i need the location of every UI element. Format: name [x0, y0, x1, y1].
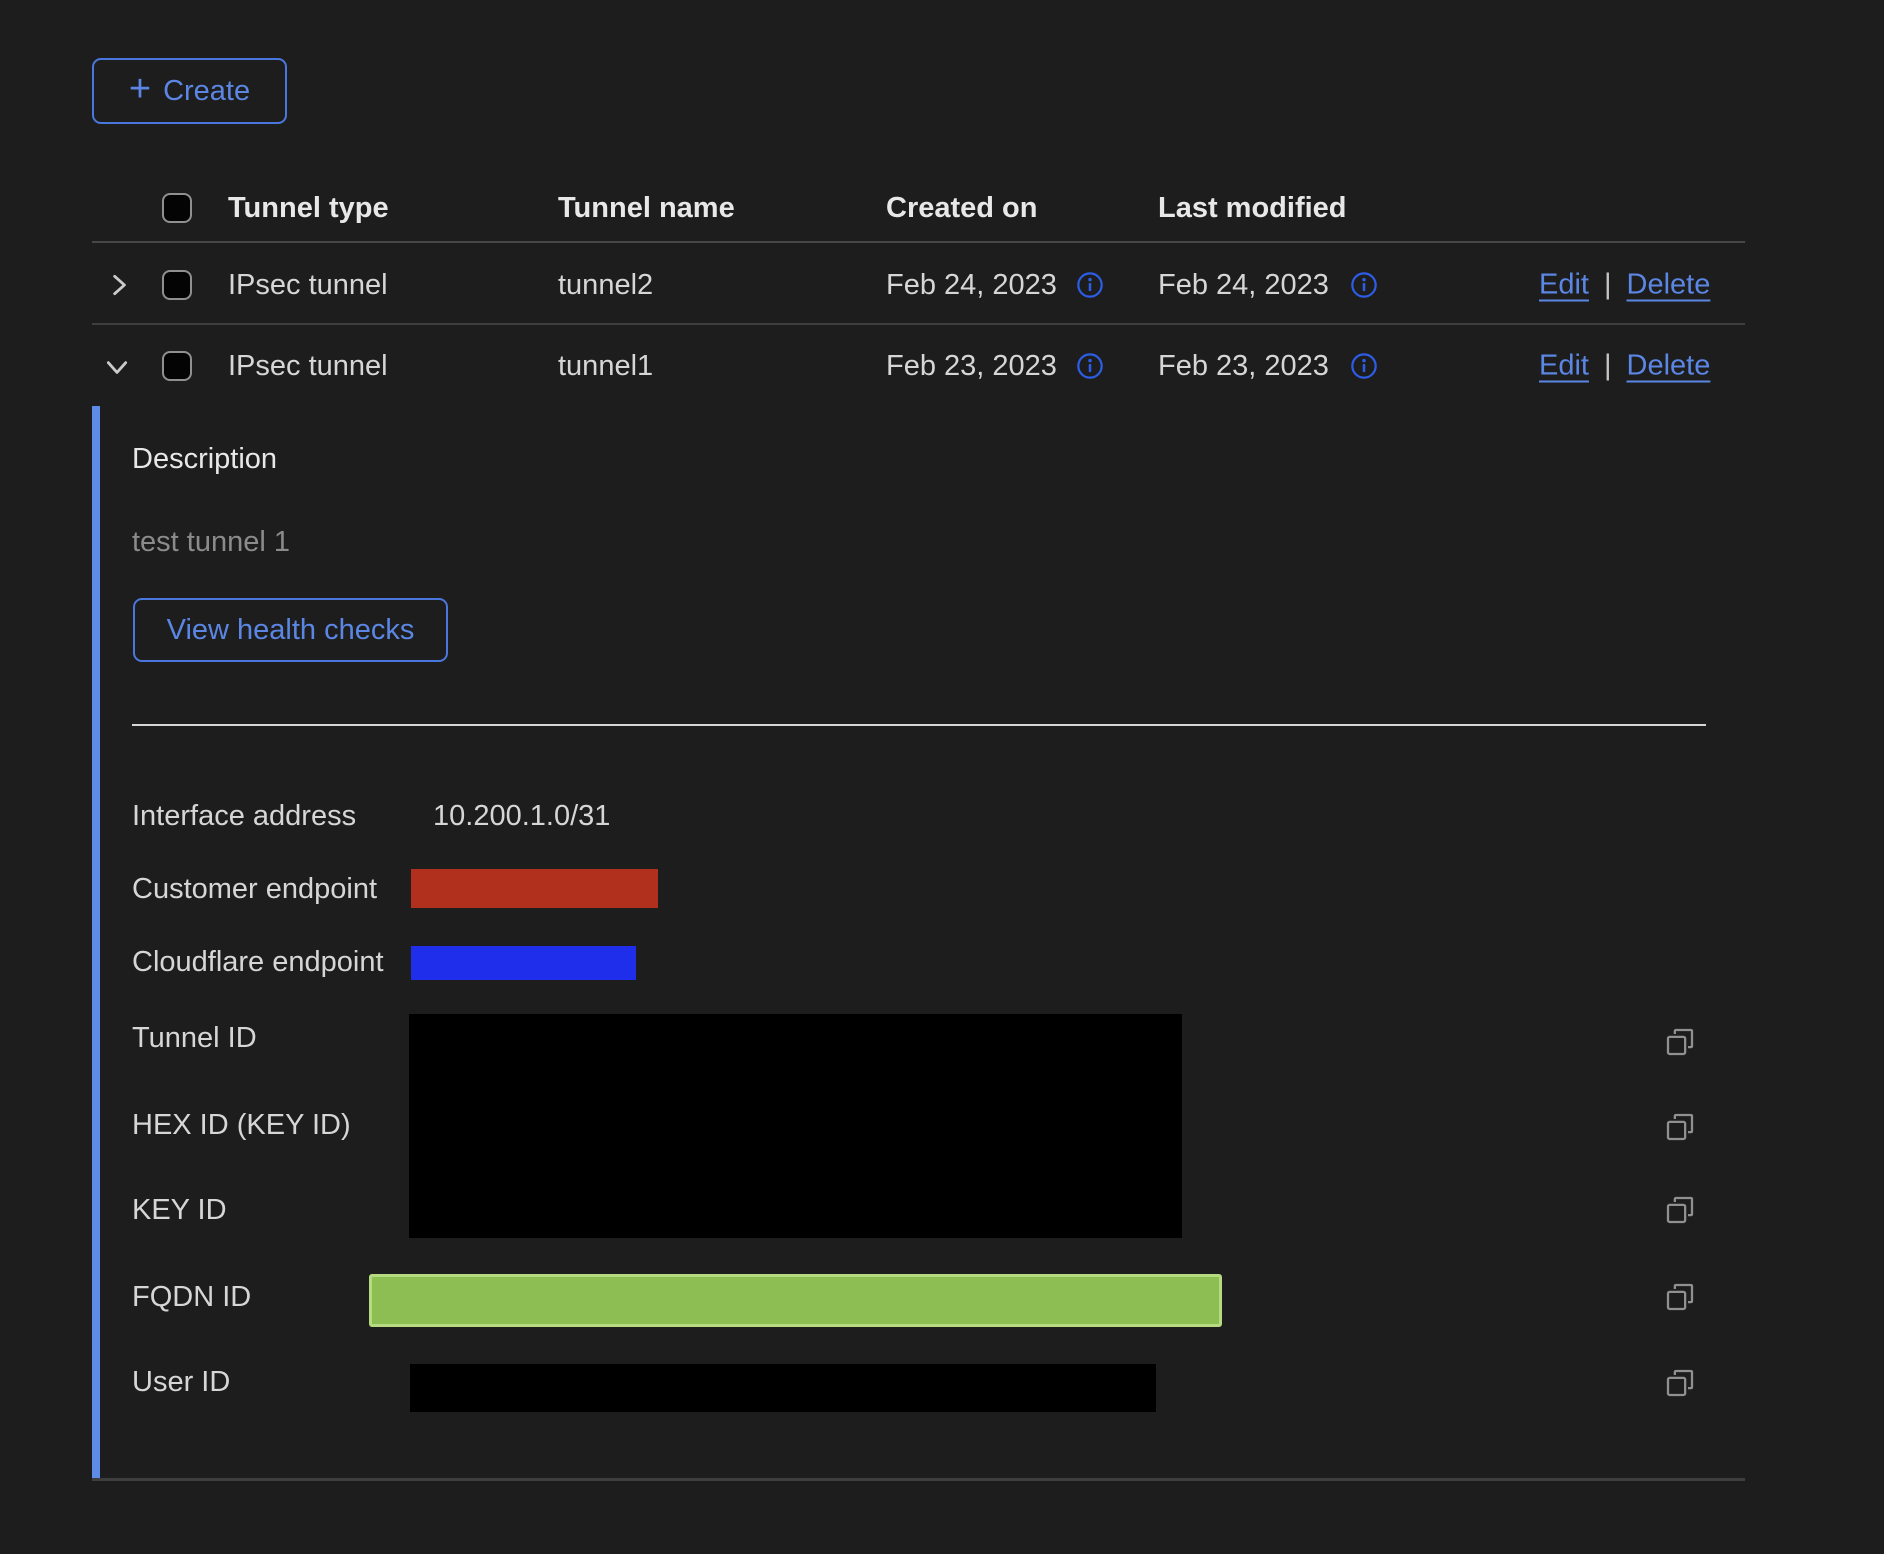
copy-icon-user-id[interactable] [1664, 1367, 1696, 1399]
description-label: Description [132, 442, 277, 476]
view-health-checks-button[interactable]: View health checks [133, 598, 448, 662]
plus-icon: + [129, 70, 151, 108]
action-separator: | [1604, 350, 1612, 383]
redaction-block-fqdn-id [369, 1274, 1222, 1327]
edit-link[interactable]: Edit [1539, 350, 1589, 383]
field-value-interface-address: 10.200.1.0/31 [433, 799, 610, 833]
tunnel-name-cell: tunnel1 [558, 349, 653, 383]
panel-divider [132, 724, 1706, 726]
created-on-cell: Feb 23, 2023 [886, 349, 1057, 383]
create-button-label: Create [163, 75, 250, 108]
column-header-tunnel-name: Tunnel name [558, 191, 735, 225]
field-label-customer-endpoint: Customer endpoint [132, 872, 377, 906]
field-label-key-id: KEY ID [132, 1193, 227, 1227]
tunnel-type-cell: IPsec tunnel [228, 349, 388, 383]
field-label-hex-id: HEX ID (KEY ID) [132, 1108, 351, 1142]
action-separator: | [1604, 269, 1612, 302]
column-header-created-on: Created on [886, 191, 1037, 225]
last-modified-cell: Feb 23, 2023 [1158, 349, 1329, 383]
view-health-checks-label: View health checks [167, 614, 415, 647]
chevron-right-icon[interactable] [106, 272, 132, 298]
chevron-down-icon[interactable] [104, 354, 130, 380]
field-label-user-id: User ID [132, 1365, 230, 1399]
row-divider [92, 323, 1745, 325]
redaction-block-user-id [410, 1364, 1156, 1412]
copy-icon-hex-id[interactable] [1664, 1111, 1696, 1143]
info-icon[interactable] [1350, 271, 1378, 299]
redaction-block-cloudflare-endpoint [411, 946, 636, 980]
header-divider [92, 241, 1745, 243]
expanded-row-accent-border [92, 406, 100, 1478]
column-header-last-modified: Last modified [1158, 191, 1347, 225]
row-checkbox[interactable] [162, 351, 192, 381]
description-value: test tunnel 1 [132, 525, 290, 559]
redaction-block-customer-endpoint [411, 869, 658, 908]
copy-icon-tunnel-id[interactable] [1664, 1026, 1696, 1058]
row-checkbox[interactable] [162, 270, 192, 300]
field-label-interface-address: Interface address [132, 799, 356, 833]
last-modified-cell: Feb 24, 2023 [1158, 268, 1329, 302]
delete-link[interactable]: Delete [1627, 350, 1711, 383]
field-label-fqdn-id: FQDN ID [132, 1280, 251, 1314]
select-all-checkbox[interactable] [162, 193, 192, 223]
copy-icon-fqdn-id[interactable] [1664, 1281, 1696, 1313]
tunnel-name-cell: tunnel2 [558, 268, 653, 302]
copy-icon-key-id[interactable] [1664, 1194, 1696, 1226]
info-icon[interactable] [1350, 352, 1378, 380]
column-header-tunnel-type: Tunnel type [228, 191, 389, 225]
tunnel-type-cell: IPsec tunnel [228, 268, 388, 302]
field-label-cloudflare-endpoint: Cloudflare endpoint [132, 945, 384, 979]
field-label-tunnel-id: Tunnel ID [132, 1021, 257, 1055]
info-icon[interactable] [1076, 271, 1104, 299]
info-icon[interactable] [1076, 352, 1104, 380]
create-button[interactable]: + Create [92, 58, 287, 124]
ipsec-tunnels-page: + Create Tunnel type Tunnel name Created… [0, 0, 1884, 1554]
row-divider [92, 1478, 1745, 1481]
delete-link[interactable]: Delete [1627, 269, 1711, 302]
edit-link[interactable]: Edit [1539, 269, 1589, 302]
redaction-block-ids [409, 1014, 1182, 1238]
created-on-cell: Feb 24, 2023 [886, 268, 1057, 302]
